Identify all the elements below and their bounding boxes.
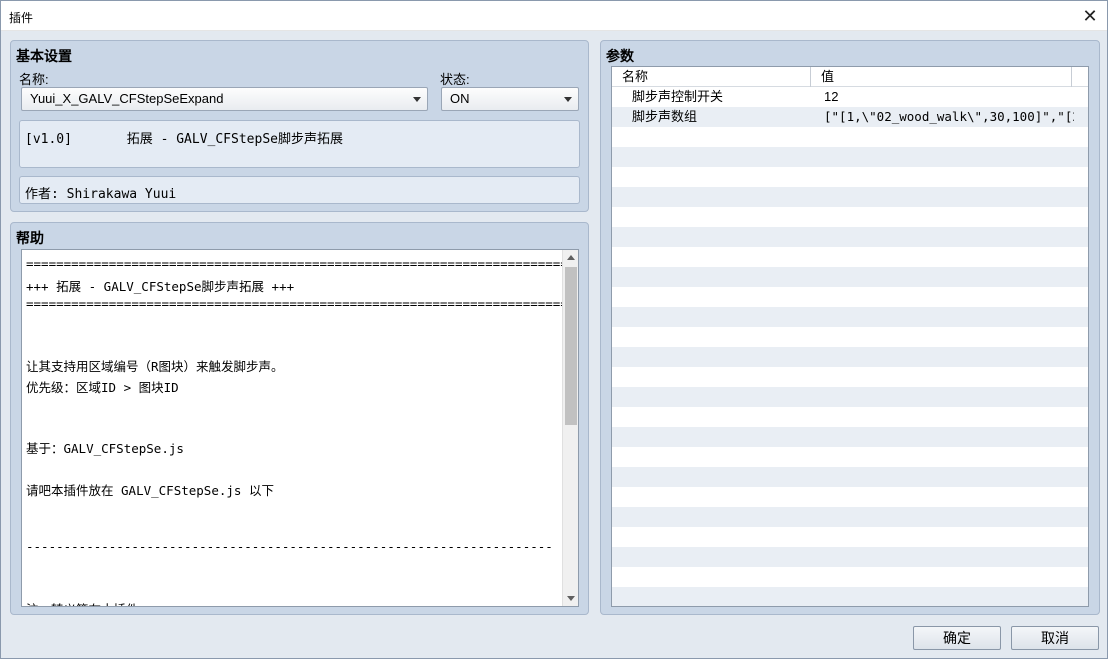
empty-row <box>612 207 1088 227</box>
empty-row <box>612 287 1088 307</box>
help-line: 让其支持用区域编号（R图块）来触发脚步声。 <box>26 359 284 374</box>
column-header-name[interactable]: 名称 <box>612 67 811 87</box>
author-text: 作者: Shirakawa Yuui <box>25 187 177 202</box>
empty-row <box>612 127 1088 147</box>
cancel-button[interactable]: 取消 <box>1011 626 1099 650</box>
chevron-down-icon <box>413 97 421 102</box>
status-label: 状态: <box>440 72 470 87</box>
empty-row <box>612 347 1088 367</box>
param-name: 脚步声数组 <box>632 109 698 124</box>
status-value: ON <box>450 91 470 106</box>
window-title: 插件 <box>9 11 34 25</box>
table-row[interactable]: 脚步声控制开关 12 <box>612 87 1088 107</box>
status-select[interactable]: ON <box>441 87 579 111</box>
empty-row <box>612 547 1088 567</box>
empty-row <box>612 187 1088 207</box>
author-box: 作者: Shirakawa Yuui <box>19 176 580 204</box>
scroll-up-button[interactable] <box>563 250 578 266</box>
empty-row <box>612 507 1088 527</box>
empty-row <box>612 167 1088 187</box>
empty-row <box>612 387 1088 407</box>
empty-row <box>612 587 1088 606</box>
description-text: [v1.0] 拓展 - GALV_CFStepSe脚步声拓展 <box>25 132 343 147</box>
help-line: ----------------------------------------… <box>26 539 553 554</box>
help-textarea[interactable]: ========================================… <box>21 249 579 607</box>
params-table: 名称 值 脚步声控制开关 12 脚步声数组 ["[1,\"02_wood_wal… <box>611 66 1089 607</box>
plugin-dialog: 插件 ✕ 基本设置 名称: Yuui_X_GALV_CFStepSeExpand… <box>0 0 1108 659</box>
empty-row <box>612 467 1088 487</box>
table-row[interactable]: 脚步声数组 ["[1,\"02_wood_walk\",30,100]","[2… <box>612 107 1088 127</box>
arrow-down-icon <box>567 596 575 601</box>
empty-row <box>612 307 1088 327</box>
empty-row <box>612 227 1088 247</box>
scroll-thumb[interactable] <box>565 267 577 425</box>
title-bar: 插件 ✕ <box>1 1 1107 31</box>
description-box: [v1.0] 拓展 - GALV_CFStepSe脚步声拓展 <box>19 120 580 168</box>
scroll-down-button[interactable] <box>563 590 578 606</box>
empty-row <box>612 447 1088 467</box>
empty-row <box>612 427 1088 447</box>
help-title: 帮助 <box>16 230 44 246</box>
close-icon[interactable]: ✕ <box>1079 5 1101 27</box>
help-line: ========================================… <box>26 256 568 271</box>
help-line: 注：转义符在本插件 <box>26 599 139 606</box>
empty-row <box>612 267 1088 287</box>
empty-row <box>612 147 1088 167</box>
param-name: 脚步声控制开关 <box>632 89 724 104</box>
empty-row <box>612 487 1088 507</box>
table-header: 名称 值 <box>612 67 1088 87</box>
plugin-name-select[interactable]: Yuui_X_GALV_CFStepSeExpand <box>21 87 428 111</box>
empty-row <box>612 567 1088 587</box>
empty-row <box>612 327 1088 347</box>
param-value: 12 <box>824 89 839 104</box>
params-title: 参数 <box>606 48 634 64</box>
empty-row <box>612 527 1088 547</box>
empty-row <box>612 407 1088 427</box>
help-line: ========================================… <box>26 296 568 311</box>
help-line: 请吧本插件放在 GALV_CFStepSe.js 以下 <box>26 483 274 498</box>
name-label: 名称: <box>19 72 49 87</box>
help-line: 基于：GALV_CFStepSe.js <box>26 441 184 456</box>
help-line: +++ 拓展 - GALV_CFStepSe脚步声拓展 +++ <box>26 279 295 294</box>
ok-button[interactable]: 确定 <box>913 626 1001 650</box>
plugin-name-value: Yuui_X_GALV_CFStepSeExpand <box>30 91 224 106</box>
param-value: ["[1,\"02_wood_walk\",30,100]","[2… <box>824 109 1074 124</box>
help-line: 优先级：区域ID > 图块ID <box>26 380 179 395</box>
empty-row <box>612 367 1088 387</box>
basic-settings-title: 基本设置 <box>16 48 72 64</box>
arrow-up-icon <box>567 255 575 260</box>
column-header-value[interactable]: 值 <box>811 67 1072 87</box>
chevron-down-icon <box>564 97 572 102</box>
empty-row <box>612 247 1088 267</box>
help-scrollbar[interactable] <box>562 250 578 606</box>
